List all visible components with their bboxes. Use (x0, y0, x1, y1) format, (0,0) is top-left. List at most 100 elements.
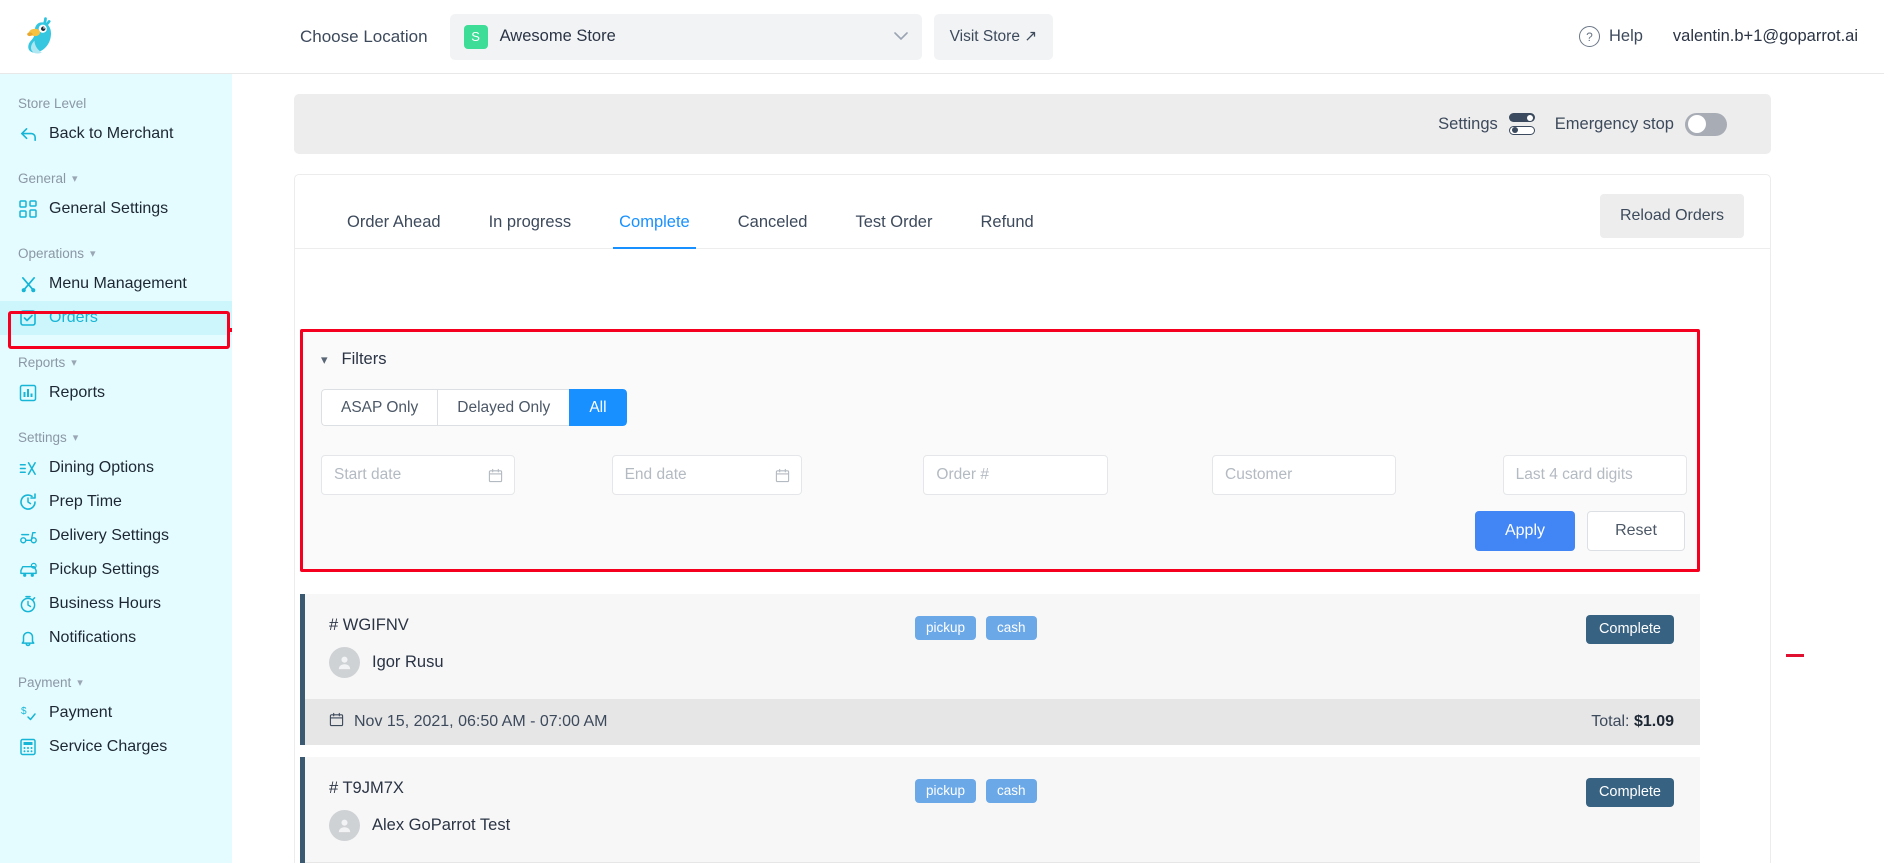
start-date-field[interactable] (321, 455, 516, 495)
visit-store-button[interactable]: Visit Store ↗ (933, 13, 1054, 60)
sidebar-item-label: Menu Management (49, 275, 187, 292)
calendar-icon (329, 712, 344, 732)
sidebar-item-label: General Settings (49, 200, 169, 217)
sidebar-item-service-charges[interactable]: Service Charges (0, 730, 232, 764)
orders-list: # WGIFNV Igor Rusu pickup cash Complete (300, 594, 1700, 863)
sidebar-item-label: Orders (49, 309, 98, 326)
chevron-down-icon: ▾ (77, 677, 83, 689)
asap-delayed-segmented-control: ASAP Only Delayed Only All (321, 389, 627, 426)
last-four-card-digits-input[interactable] (1515, 466, 1674, 484)
end-date-input[interactable] (624, 466, 789, 484)
segment-delayed-only[interactable]: Delayed Only (437, 389, 570, 426)
order-card[interactable]: # WGIFNV Igor Rusu pickup cash Complete (300, 594, 1700, 745)
sidebar-item-label: Delivery Settings (49, 527, 170, 544)
sidebar-item-label: Service Charges (49, 738, 168, 755)
emergency-stop-group[interactable]: Emergency stop (1554, 112, 1727, 136)
logo-container[interactable] (0, 15, 232, 59)
tab-order-ahead[interactable]: Order Ahead (323, 213, 465, 248)
filters-title: Filters (341, 350, 387, 368)
filters-header[interactable]: ▾ Filters (303, 332, 1697, 369)
sidebar-item-dining-options[interactable]: Dining Options (0, 451, 232, 485)
location-select[interactable]: S Awesome Store (449, 13, 922, 60)
sidebar-item-reports[interactable]: Reports (0, 376, 232, 410)
status-badge[interactable]: Complete (1585, 778, 1674, 807)
sidebar-item-prep-time[interactable]: Prep Time (0, 485, 232, 519)
tab-in-progress[interactable]: In progress (465, 213, 596, 248)
chevron-down-icon (893, 28, 908, 46)
order-card[interactable]: # T9JM7X Alex GoParrot Test pickup cash … (300, 757, 1700, 863)
calendar-icon (775, 468, 790, 483)
customer-field[interactable] (1212, 455, 1397, 495)
tab-test-order[interactable]: Test Order (831, 213, 956, 248)
order-total-label: Total: (1591, 713, 1630, 730)
chevron-down-icon: ▾ (71, 357, 77, 369)
settings-toggle-group[interactable]: Settings (1438, 113, 1535, 135)
sliders-icon (1508, 113, 1535, 135)
customer-input[interactable] (1225, 466, 1384, 484)
status-badge[interactable]: Complete (1585, 615, 1674, 644)
sidebar-item-pickup-settings[interactable]: Pickup Settings (0, 553, 232, 587)
order-badges: pickup cash (915, 779, 1037, 803)
order-number-field[interactable] (923, 455, 1108, 495)
sidebar-item-delivery-settings[interactable]: Delivery Settings (0, 519, 232, 553)
filter-actions: Apply Reset (1475, 511, 1685, 551)
reset-button[interactable]: Reset (1587, 511, 1685, 551)
tab-canceled[interactable]: Canceled (714, 213, 832, 248)
sidebar-group-general[interactable]: General ▾ (0, 171, 232, 186)
end-date-field[interactable] (611, 455, 802, 495)
sidebar-group-label: Operations (18, 246, 85, 261)
badge-fulfillment: pickup (915, 616, 977, 640)
scooter-icon (18, 526, 38, 546)
customer-name: Alex GoParrot Test (372, 816, 511, 834)
segment-asap-only[interactable]: ASAP Only (321, 389, 438, 426)
sidebar-item-orders[interactable]: Orders (0, 301, 232, 335)
tab-refund[interactable]: Refund (956, 213, 1057, 248)
segment-all[interactable]: All (569, 389, 627, 426)
sidebar-group-label: Settings (18, 430, 67, 445)
store-initial-badge: S (463, 24, 488, 49)
main-content: Settings Emergency stop Order Ahead In p… (232, 74, 1884, 863)
order-number-input[interactable] (936, 466, 1095, 484)
reload-orders-button[interactable]: Reload Orders (1599, 194, 1744, 238)
sidebar-group-reports[interactable]: Reports ▾ (0, 355, 232, 370)
filter-fields-row (321, 455, 1687, 495)
tab-complete[interactable]: Complete (595, 213, 714, 249)
back-arrow-icon (18, 124, 38, 144)
car-icon (18, 560, 38, 580)
store-toolbar: Settings Emergency stop (294, 94, 1771, 154)
help-button[interactable]: ? Help (1578, 26, 1643, 47)
last-four-card-digits-field[interactable] (1502, 455, 1687, 495)
user-email[interactable]: valentin.b+1@goparrot.ai (1673, 27, 1858, 46)
header-right-group: ? Help valentin.b+1@goparrot.ai (1578, 26, 1884, 47)
sidebar-item-notifications[interactable]: Notifications (0, 621, 232, 655)
order-card-body: # T9JM7X Alex GoParrot Test pickup cash … (305, 757, 1700, 862)
sidebar-item-label: Reports (49, 384, 106, 401)
sidebar-item-business-hours[interactable]: Business Hours (0, 587, 232, 621)
customer-name: Igor Rusu (372, 653, 444, 671)
sidebar-group-settings[interactable]: Settings ▾ (0, 430, 232, 445)
apply-button[interactable]: Apply (1475, 511, 1575, 551)
svg-text:$: $ (21, 706, 27, 717)
sidebar-item-menu-management[interactable]: Menu Management (0, 267, 232, 301)
sidebar-item-payment[interactable]: $ Payment (0, 696, 232, 730)
badge-payment: cash (986, 779, 1037, 803)
start-date-input[interactable] (334, 466, 503, 484)
sidebar-item-label: Prep Time (49, 493, 122, 510)
emergency-stop-toggle[interactable] (1685, 112, 1727, 136)
sidebar-item-back-to-merchant[interactable]: Back to Merchant (0, 117, 232, 151)
sidebar-group-label: Reports (18, 355, 66, 370)
selected-store-name: Awesome Store (499, 27, 616, 45)
sidebar-item-general-settings[interactable]: General Settings (0, 192, 232, 226)
emergency-stop-label: Emergency stop (1554, 114, 1674, 133)
help-label: Help (1608, 27, 1643, 45)
chevron-down-icon: ▾ (90, 248, 96, 260)
sidebar-group-label: General (18, 171, 67, 186)
sidebar-group-operations[interactable]: Operations ▾ (0, 246, 232, 261)
annotation-dash (1786, 654, 1804, 657)
calendar-icon (488, 468, 503, 483)
sidebar-group-payment[interactable]: Payment ▾ (0, 675, 232, 690)
